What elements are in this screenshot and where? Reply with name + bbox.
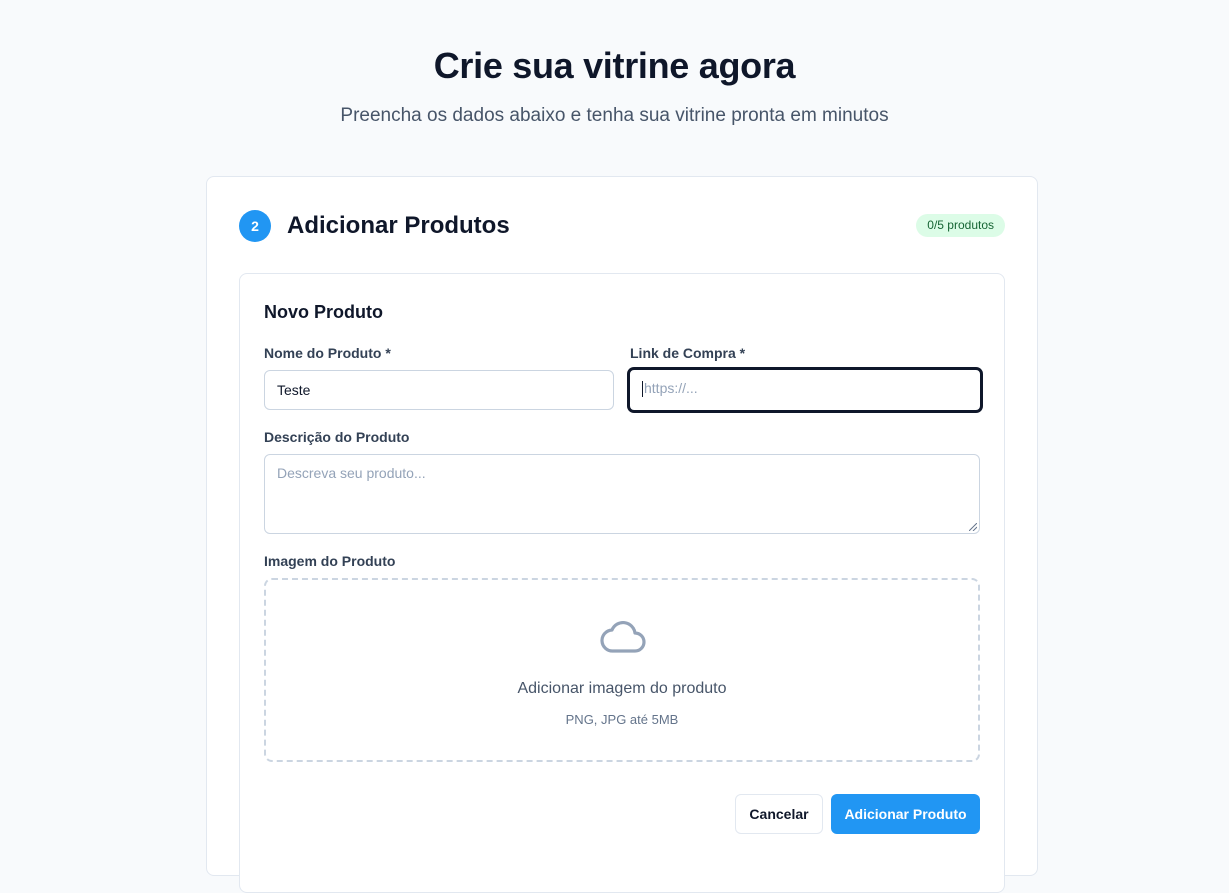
purchase-link-placeholder: https://... bbox=[644, 380, 698, 396]
cancel-button[interactable]: Cancelar bbox=[735, 794, 823, 834]
description-label: Descrição do Produto bbox=[264, 429, 410, 445]
page-header: Crie sua vitrine agora Preencha os dados… bbox=[0, 0, 1229, 129]
product-name-input[interactable]: Teste bbox=[264, 370, 614, 410]
purchase-link-label: Link de Compra * bbox=[630, 345, 746, 361]
cloud-icon bbox=[600, 620, 646, 653]
step-header: 2 Adicionar Produtos 0/5 produtos bbox=[239, 209, 1005, 243]
products-step-card: 2 Adicionar Produtos 0/5 produtos Novo P… bbox=[206, 176, 1038, 893]
product-name-value: Teste bbox=[277, 382, 311, 398]
step-title: Adicionar Produtos bbox=[287, 212, 510, 239]
add-product-button[interactable]: Adicionar Produto bbox=[831, 794, 980, 834]
product-count-badge: 0/5 produtos bbox=[916, 214, 1005, 237]
upload-text: Adicionar imagem do produto bbox=[517, 680, 727, 697]
purchase-link-input[interactable]: https://... bbox=[628, 368, 982, 412]
step-number-badge: 2 bbox=[239, 210, 271, 242]
text-caret bbox=[642, 381, 643, 398]
new-product-form: Novo Produto Nome do Produto * Teste Lin… bbox=[239, 273, 1005, 893]
resize-handle-icon[interactable] bbox=[969, 523, 977, 531]
description-textarea[interactable]: Descreva seu produto... bbox=[264, 454, 980, 534]
description-placeholder: Descreva seu produto... bbox=[277, 465, 426, 481]
form-title: Novo Produto bbox=[264, 302, 383, 322]
upload-hint: PNG, JPG até 5MB bbox=[565, 712, 679, 727]
image-upload-dropzone[interactable]: Adicionar imagem do produto PNG, JPG até… bbox=[264, 578, 980, 762]
product-name-label: Nome do Produto * bbox=[264, 345, 391, 361]
image-label: Imagem do Produto bbox=[264, 553, 396, 569]
page-title: Crie sua vitrine agora bbox=[433, 45, 796, 86]
page-subtitle: Preencha os dados abaixo e tenha sua vit… bbox=[340, 105, 889, 126]
